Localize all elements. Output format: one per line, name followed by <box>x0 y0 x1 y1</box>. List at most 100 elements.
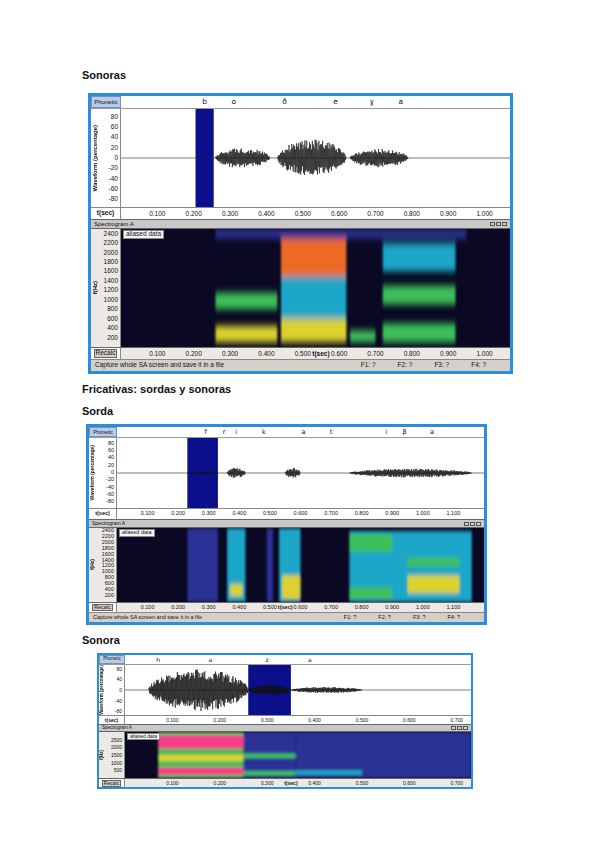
time-tick: 0.400 <box>232 605 246 611</box>
maximize-button[interactable] <box>496 222 501 226</box>
phonetic-segment[interactable]: a <box>430 429 434 436</box>
frequency-axis: f(Hz)24002200200018001600140012001000800… <box>89 528 117 602</box>
frequency-tick: 1400 <box>104 278 118 285</box>
spectrogram-energy <box>158 755 243 761</box>
waveform-tick: -60 <box>106 492 114 498</box>
phonetic-segment[interactable]: i <box>235 429 237 436</box>
frequency-axis-label: f(Hz) <box>89 559 96 570</box>
recalc-button[interactable]: Recalc <box>102 780 121 787</box>
waveform-tick: 60 <box>108 448 114 454</box>
status-text: Capture whole SA screen and save it in a… <box>93 615 202 621</box>
phonetic-segment[interactable]: z <box>266 657 269 663</box>
spectrogram-title: Spectrogram A <box>92 521 125 526</box>
spectrogram-title-bar: Spectrogram A <box>99 724 471 732</box>
time-tick: 0.200 <box>171 605 185 611</box>
analyzer-window: PhoneticfrikatiβaWaveform (percentage)80… <box>86 424 487 625</box>
time-tick: 0.300 <box>261 718 274 723</box>
close-button[interactable] <box>502 222 507 226</box>
waveform-axis: Waveform (percentage)80400-40-80 <box>99 665 125 715</box>
spectrogram-energy <box>227 528 245 602</box>
spectrogram-energy <box>243 732 295 778</box>
spectrogram-time-axis: Recalc0.1000.2000.3000.4000.5000.6000.70… <box>99 778 471 787</box>
maximize-button[interactable] <box>470 522 475 526</box>
phonetic-segment[interactable]: f <box>205 429 207 436</box>
document-page: SonorasPhoneticboðeɣaWaveform (percentag… <box>0 0 599 848</box>
waveform-time-axis: t(sec)0.1000.2000.3000.4000.5000.6000.70… <box>89 508 484 519</box>
selection-highlight[interactable] <box>248 665 291 715</box>
selection-highlight[interactable] <box>187 438 218 508</box>
phonetic-label: Phonetic <box>91 96 121 108</box>
time-tick: 0.900 <box>385 511 399 517</box>
phonetic-segment[interactable]: t <box>330 429 333 436</box>
spectrogram-plot[interactable] <box>117 528 484 602</box>
phonetic-segment[interactable]: o <box>231 98 236 106</box>
spectrogram-energy <box>281 276 346 318</box>
frequency-tick: 1500 <box>111 753 122 758</box>
frequency-tick: 1800 <box>104 259 118 266</box>
recalc-button[interactable]: Recalc <box>92 604 113 612</box>
waveform-tick: -40 <box>106 485 114 491</box>
frequency-axis-label: f(Hz) <box>99 750 106 760</box>
time-tick: 0.600 <box>403 718 416 723</box>
waveform-tick: 0 <box>119 688 122 693</box>
time-tick: 0.700 <box>367 210 383 217</box>
time-tick: 0.400 <box>308 781 321 786</box>
waveform-tick: 20 <box>108 463 114 469</box>
close-button[interactable] <box>463 726 468 730</box>
waveform-plot[interactable] <box>125 665 471 715</box>
time-tick: 0.600 <box>331 210 347 217</box>
spectrogram-time-axis: Recalc0.1000.2000.3000.4000.5000.6000.70… <box>91 347 510 359</box>
waveform-axis: Waveform (percentage)806040200-20-40-60-… <box>89 438 117 508</box>
phonetic-segment[interactable]: ð <box>282 98 287 106</box>
section-heading: Sorda <box>82 404 599 418</box>
time-tick: 0.600 <box>403 781 416 786</box>
time-axis-label: t(sec) <box>312 350 329 357</box>
minimize-button[interactable] <box>451 726 456 730</box>
frequency-tick: 600 <box>107 315 118 322</box>
recalc-button[interactable]: Recalc <box>94 349 118 358</box>
formant-readout: F3: ? <box>434 362 449 369</box>
analyzer-window: PhonetichazaWaveform (percentage)80400-4… <box>97 653 473 789</box>
phonetic-segment[interactable]: β <box>402 429 406 436</box>
minimize-button[interactable] <box>490 222 495 226</box>
frequency-tick: 1000 <box>104 297 118 304</box>
phonetic-segment[interactable]: a <box>308 657 312 663</box>
spectrogram-energy <box>349 534 392 552</box>
spectrogram-title-bar: Spectrogram A <box>89 519 484 528</box>
phonetic-segment[interactable]: b <box>202 98 207 106</box>
time-tick: 0.300 <box>202 605 216 611</box>
phonetic-segment[interactable]: r <box>223 429 226 436</box>
time-tick: 0.300 <box>261 781 274 786</box>
phonetic-segment[interactable]: a <box>208 657 212 663</box>
waveform-burst <box>291 687 362 693</box>
spectrogram-plot[interactable] <box>125 732 471 778</box>
time-tick: 0.400 <box>258 350 274 357</box>
phonetic-segment[interactable]: k <box>262 429 266 436</box>
phonetic-segment[interactable]: e <box>333 98 338 106</box>
phonetic-segment[interactable]: ɣ <box>370 98 374 106</box>
time-tick: 1.000 <box>476 350 492 357</box>
waveform-plot[interactable] <box>117 438 484 508</box>
time-tick: 1.100 <box>447 511 461 517</box>
time-tick: 0.200 <box>214 718 227 723</box>
spectrogram-panel: f(Hz)24002200200018001600140012001000800… <box>89 528 484 602</box>
frequency-axis: f(Hz)24002200200018001600140012001000800… <box>91 229 121 347</box>
section-heading: Sonora <box>82 633 599 647</box>
formant-readout: F2: ? <box>378 615 391 621</box>
close-button[interactable] <box>476 522 481 526</box>
waveform-plot[interactable] <box>121 109 510 207</box>
frequency-tick: 200 <box>107 334 118 341</box>
phonetic-segment[interactable]: a <box>399 98 404 106</box>
phonetic-segment[interactable]: a <box>302 429 306 436</box>
phonetic-track: haza <box>125 655 471 664</box>
minimize-button[interactable] <box>464 522 469 526</box>
time-axis-label: t(sec) <box>91 208 121 219</box>
status-text: Capture whole SA screen and save it in a… <box>95 362 224 369</box>
phonetic-segment[interactable]: h <box>156 657 160 663</box>
frequency-tick: 1800 <box>102 546 114 552</box>
time-tick: 0.400 <box>232 511 246 517</box>
maximize-button[interactable] <box>457 726 462 730</box>
spectrogram-plot[interactable] <box>121 229 510 347</box>
waveform-tick: -20 <box>106 478 114 484</box>
phonetic-segment[interactable]: i <box>385 429 387 436</box>
